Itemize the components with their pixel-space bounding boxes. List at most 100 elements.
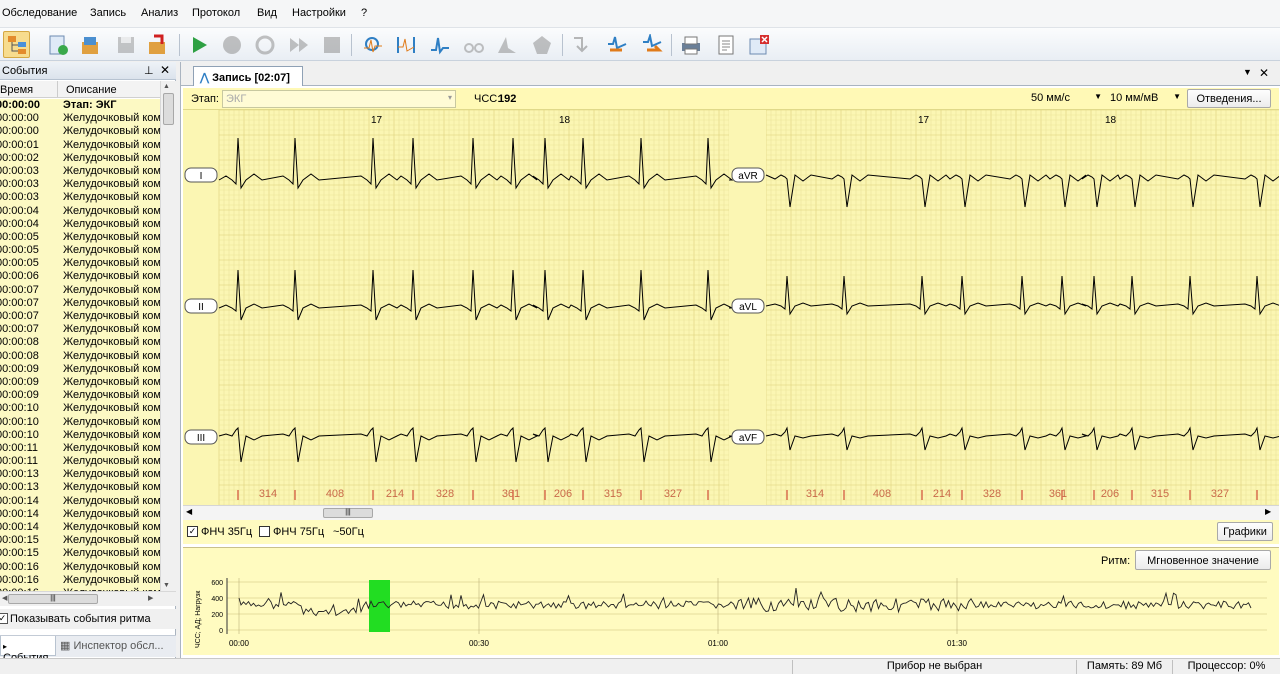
col-description[interactable]: Описание [66,84,117,96]
event-row[interactable]: 00:00:15 Желудочковый комплекс [0,534,160,547]
event-row[interactable]: 00:00:02 Желудочковый комплекс [0,152,160,165]
play-icon[interactable] [185,31,212,58]
event-row[interactable]: 00:00:08 Желудочковый комплекс [0,336,160,349]
close-icon[interactable]: ✕ [160,63,170,77]
lead-label[interactable]: aVL [731,298,765,314]
export-icon[interactable] [143,31,170,58]
event-row[interactable]: 00:00:07 Желудочковый комплекс [0,297,160,310]
event-row[interactable]: 00:00:10 Желудочковый комплекс [0,402,160,415]
ecg-calipers-icon[interactable] [392,31,419,58]
event-row[interactable]: 00:00:13 Желудочковый комплекс [0,481,160,494]
fast-forward-icon[interactable] [285,31,312,58]
new-record-icon[interactable] [44,31,71,58]
event-row[interactable]: 00:00:16 Желудочковый комплекс [0,561,160,574]
event-row[interactable]: 00:00:04 Желудочковый комплекс [0,218,160,231]
event-row[interactable]: 00:00:03 Желудочковый комплекс [0,191,160,204]
event-row[interactable]: 00:00:01 Желудочковый комплекс [0,139,160,152]
event-description: Желудочковый комплекс [63,349,160,362]
rewind-icon[interactable] [251,31,278,58]
event-row[interactable]: 00:00:05 Желудочковый комплекс [0,257,160,270]
lpf35-checkbox[interactable]: ✓ [187,526,198,537]
event-time: 00:00:03 [0,164,39,177]
event-row[interactable]: 00:00:07 Желудочковый комплекс [0,284,160,297]
vertical-scrollbar[interactable]: ▲ ▼ [160,81,176,591]
event-row[interactable]: 00:00:16 Желудочковый комплекс [0,574,160,587]
event-row[interactable]: 00:00:10 Желудочковый комплекс [0,429,160,442]
menu-view[interactable]: Вид [257,7,277,19]
ecg-transfer-icon[interactable] [638,31,665,58]
event-row[interactable]: 00:00:00 Этап: ЭКГ [0,99,160,112]
event-row[interactable]: 00:00:14 Желудочковый комплекс [0,495,160,508]
arrow-down-icon[interactable] [568,31,595,58]
save-disk-icon[interactable] [112,31,139,58]
close-tab-icon[interactable]: ✕ [1259,66,1269,80]
ecg-measure-icon[interactable] [426,31,453,58]
event-row[interactable]: 00:00:15 Желудочковый комплекс [0,547,160,560]
lead-label[interactable]: aVR [731,167,765,183]
event-row[interactable]: 00:00:05 Желудочковый комплекс [0,244,160,257]
stage-select[interactable]: ЭКГ ▾ [222,90,456,108]
leads-button[interactable]: Отведения... [1187,89,1271,108]
event-row[interactable]: 00:00:11 Желудочковый комплекс [0,455,160,468]
gain-select[interactable]: 10 мм/мВ ▼ [1107,90,1183,108]
speed-select[interactable]: 50 мм/с ▼ [1028,90,1104,108]
ecg-scrollbar[interactable]: ◀ ||| ▶ [183,505,1279,520]
lead-label[interactable]: I [184,167,218,183]
event-row[interactable]: 00:00:05 Желудочковый комплекс [0,231,160,244]
tree-icon[interactable] [3,31,30,58]
menu-protocol[interactable]: Протокол [192,7,240,19]
event-row[interactable]: 00:00:03 Желудочковый комплекс [0,165,160,178]
lead-label[interactable]: III [184,429,218,445]
event-row[interactable]: 00:00:07 Желудочковый комплекс [0,310,160,323]
import-icon[interactable] [76,31,103,58]
event-row[interactable]: 00:00:06 Желудочковый комплекс [0,270,160,283]
event-row[interactable]: 00:00:03 Желудочковый комплекс [0,178,160,191]
event-row[interactable]: 00:00:14 Желудочковый комплекс [0,508,160,521]
stop-icon[interactable] [218,31,245,58]
event-description: Желудочковый комплекс [63,164,160,177]
ecg-export-icon[interactable] [603,31,630,58]
event-row[interactable]: 00:00:09 Желудочковый комплекс [0,363,160,376]
event-row[interactable]: 00:00:07 Желудочковый комплекс [0,323,160,336]
menu-settings[interactable]: Настройки [292,7,346,19]
menu-record[interactable]: Запись [90,7,126,19]
tab-inspector[interactable]: ▦ Инспектор обсл... [60,639,164,652]
menu-help[interactable]: ? [361,7,367,19]
spectrum-icon[interactable] [493,31,520,58]
graphs-button[interactable]: Графики [1217,522,1273,541]
event-row[interactable]: 00:00:08 Желудочковый комплекс [0,350,160,363]
event-row[interactable]: 00:00:00 Желудочковый комплекс [0,112,160,125]
menu-analysis[interactable]: Анализ [141,7,178,19]
event-row[interactable]: 00:00:11 Желудочковый комплекс [0,442,160,455]
event-row[interactable]: 00:00:09 Желудочковый комплекс [0,389,160,402]
pentagon-icon[interactable] [528,31,555,58]
record-square-icon[interactable] [318,31,345,58]
notch50-label[interactable]: ~50Гц [333,526,364,538]
tab-events[interactable]: ▸ События [0,636,56,664]
event-row[interactable]: 00:00:09 Желудочковый комплекс [0,376,160,389]
event-row[interactable]: 00:00:13 Желудочковый комплекс [0,468,160,481]
ecg-search-icon[interactable] [359,31,386,58]
col-time[interactable]: Время [0,84,33,96]
dropdown-icon[interactable]: ▼ [1243,67,1252,77]
event-row[interactable]: 00:00:10 Желудочковый комплекс [0,416,160,429]
bike-icon[interactable] [460,31,487,58]
event-time: 00:00:08 [0,349,39,362]
close-window-icon[interactable] [745,31,772,58]
lead-label[interactable]: aVF [731,429,765,445]
lead-label[interactable]: II [184,298,218,314]
rr-interval: 328 [436,488,454,500]
pin-icon[interactable]: ⊥ [144,64,154,77]
show-rhythm-events-checkbox[interactable]: ✓ [0,613,8,624]
print-icon[interactable] [677,31,704,58]
event-row[interactable]: 00:00:00 Желудочковый комплекс [0,125,160,138]
menu-examination[interactable]: Обследование [2,7,77,19]
event-row[interactable]: 00:00:04 Желудочковый комплекс [0,205,160,218]
tab-record[interactable]: ⋀ Запись [02:07] [193,66,303,86]
rr-interval: 327 [664,488,682,500]
lpf75-checkbox[interactable] [259,526,270,537]
report-icon[interactable] [712,31,739,58]
horizontal-scrollbar[interactable]: ◀ ||| ▶ [0,591,176,606]
event-row[interactable]: 00:00:14 Желудочковый комплекс [0,521,160,534]
event-description: Желудочковый комплекс [63,547,160,560]
